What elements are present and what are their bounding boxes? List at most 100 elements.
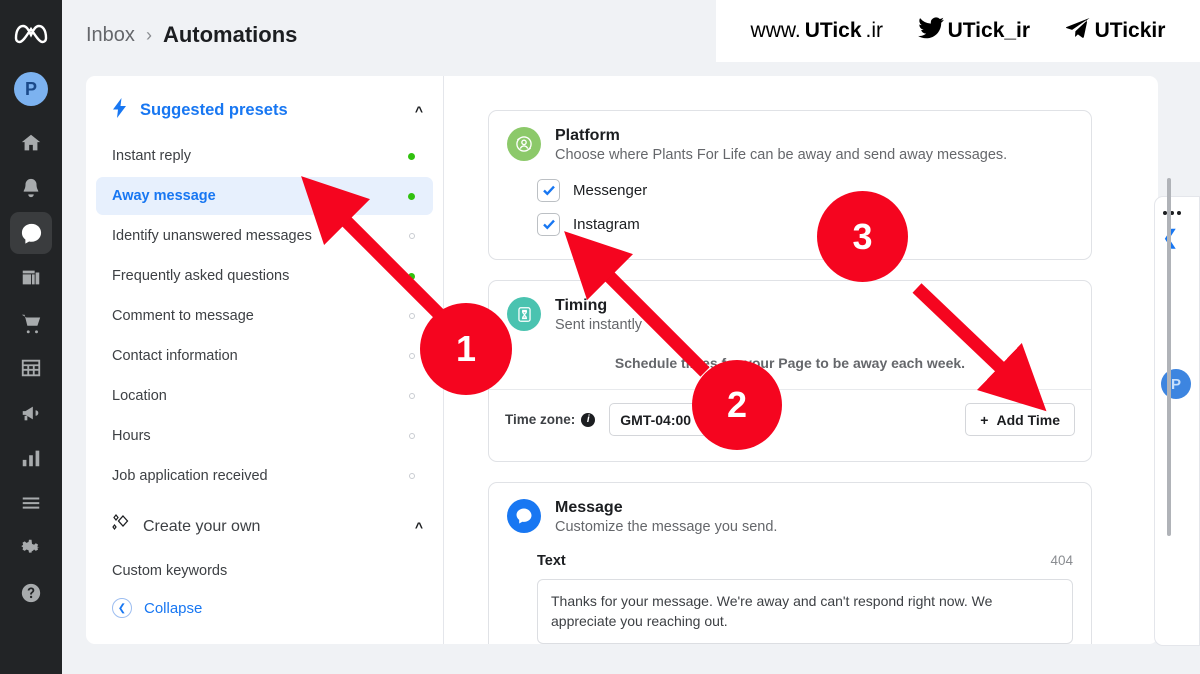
preset-item-identify-unanswered-messages[interactable]: Identify unanswered messages <box>96 217 433 255</box>
menu-lines-icon[interactable] <box>10 482 52 524</box>
shopping-cart-icon[interactable] <box>10 302 52 344</box>
preset-label: Custom keywords <box>112 563 228 579</box>
status-dot <box>409 353 415 359</box>
status-dot <box>408 192 415 200</box>
timezone-label: Time zone: <box>505 412 576 427</box>
watermark-site-suffix: .ir <box>865 19 884 42</box>
platform-title: Platform <box>555 127 620 144</box>
preset-item-job-application-received[interactable]: Job application received <box>96 457 433 495</box>
bell-icon[interactable] <box>10 167 52 209</box>
message-card: Message Customize the message you send. … <box>488 482 1092 644</box>
app-root: P Inbox › Automations www. UTick .ir UTi… <box>0 0 1200 674</box>
watermark-telegram: UTickir <box>1065 17 1165 45</box>
preset-label: Away message <box>112 188 216 204</box>
telegram-plane-icon <box>1065 17 1091 45</box>
status-dot <box>409 393 415 399</box>
message-title: Message <box>555 499 623 516</box>
status-dot <box>409 233 415 239</box>
preset-item-comment-to-message[interactable]: Comment to message <box>96 297 433 335</box>
checkbox-checked-icon[interactable] <box>537 178 560 202</box>
preset-label: Comment to message <box>112 308 254 324</box>
status-dot <box>409 313 415 319</box>
status-dot <box>408 152 415 160</box>
sparkle-diamond-icon <box>110 513 132 540</box>
preset-list: Instant reply Away message Identify unan… <box>86 131 443 495</box>
collapse-button[interactable]: ❮ Collapse <box>112 598 202 618</box>
platform-audience-icon <box>507 127 541 161</box>
home-icon[interactable] <box>10 122 52 164</box>
platform-option-label: Messenger <box>573 181 648 199</box>
lightning-bolt-icon <box>112 98 128 123</box>
status-dot <box>409 473 415 479</box>
platform-option-messenger[interactable]: Messenger <box>537 173 1091 207</box>
preset-item-frequently-asked-questions[interactable]: Frequently asked questions <box>96 257 433 295</box>
platform-option-label: Instagram <box>573 215 640 233</box>
breadcrumb-separator-icon: › <box>145 24 152 45</box>
chevron-up-icon[interactable]: ^ <box>415 103 423 119</box>
breadcrumb-parent[interactable]: Inbox <box>86 24 135 47</box>
annotation-badge-1: 1 <box>420 303 512 395</box>
platform-subtitle: Choose where Plants For Life can be away… <box>555 147 1008 163</box>
left-icon-rail: P <box>0 0 62 674</box>
message-textarea[interactable]: Thanks for your message. We're away and … <box>537 579 1073 644</box>
platform-option-instagram[interactable]: Instagram <box>537 207 1091 241</box>
preset-label: Job application received <box>112 468 268 484</box>
status-dot <box>409 433 415 439</box>
add-time-label: Add Time <box>996 411 1060 428</box>
right-drawer-panel: ❮ P <box>1154 196 1200 646</box>
suggested-presets-title: Suggested presets <box>140 101 288 119</box>
timing-card: Timing Sent instantly Schedule times for… <box>488 280 1092 462</box>
schedule-note: Schedule times for your Page to be away … <box>614 355 966 371</box>
meta-logo-icon[interactable] <box>12 16 50 50</box>
timing-title: Timing <box>555 297 608 314</box>
preset-item-contact-information[interactable]: Contact information <box>96 337 433 375</box>
watermark-site-brand: UTick <box>804 19 862 42</box>
character-count: 404 <box>1050 553 1073 568</box>
chat-bubble-icon[interactable] <box>10 212 52 254</box>
add-time-button[interactable]: + Add Time <box>965 403 1075 436</box>
message-subtitle: Customize the message you send. <box>555 519 778 535</box>
preset-item-away-message[interactable]: Away message <box>96 177 433 215</box>
annotation-badge-3: 3 <box>817 191 908 282</box>
hourglass-icon <box>507 297 541 331</box>
checkbox-checked-icon[interactable] <box>537 212 560 236</box>
megaphone-icon[interactable] <box>10 392 52 434</box>
plus-icon: + <box>980 411 989 428</box>
preset-item-location[interactable]: Location <box>96 377 433 415</box>
more-options-icon[interactable] <box>1163 211 1181 215</box>
timezone-value: GMT-04:00 <box>620 411 692 428</box>
preset-item-custom-keywords[interactable]: Custom keywords <box>96 552 433 590</box>
message-bubble-icon <box>507 499 541 533</box>
gear-icon[interactable] <box>10 527 52 569</box>
drawer-avatar[interactable]: P <box>1161 369 1191 399</box>
timing-subtitle: Sent instantly <box>555 317 643 333</box>
preset-item-hours[interactable]: Hours <box>96 417 433 455</box>
custom-list: Custom keywords <box>86 546 443 590</box>
preset-item-instant-reply[interactable]: Instant reply <box>96 137 433 175</box>
rail-avatar[interactable]: P <box>14 72 48 106</box>
status-dot <box>408 272 415 280</box>
create-your-own-title: Create your own <box>143 517 261 535</box>
info-icon[interactable]: i <box>581 412 596 427</box>
preset-label: Identify unanswered messages <box>112 228 312 244</box>
preset-label: Hours <box>112 428 151 444</box>
presets-panel: Suggested presets ^ Instant reply Away m… <box>86 76 444 644</box>
calendar-grid-icon[interactable] <box>10 347 52 389</box>
suggested-presets-header[interactable]: Suggested presets ^ <box>86 76 443 131</box>
message-card-header: Message Customize the message you send. <box>489 483 1091 535</box>
breadcrumb: Inbox › Automations <box>86 22 297 48</box>
watermark-site-prefix: www. <box>750 19 801 42</box>
pages-icon[interactable] <box>10 257 52 299</box>
annotation-badge-2: 2 <box>692 360 782 450</box>
collapse-label: Collapse <box>144 599 203 617</box>
vertical-scrollbar[interactable] <box>1167 178 1171 536</box>
chevron-up-icon[interactable]: ^ <box>415 519 423 535</box>
preset-label: Location <box>112 388 167 404</box>
twitter-bird-icon <box>917 17 944 45</box>
watermark-banner: www. UTick .ir UTick_ir UTickir <box>716 0 1200 62</box>
help-circle-icon[interactable] <box>10 572 52 614</box>
bar-chart-icon[interactable] <box>10 437 52 479</box>
create-your-own-header[interactable]: Create your own ^ <box>86 497 443 546</box>
timezone-row: Time zone: i GMT-04:00 ▼ + Add Time <box>489 389 1091 449</box>
automation-detail-panel: Platform Choose where Plants For Life ca… <box>444 76 1158 644</box>
